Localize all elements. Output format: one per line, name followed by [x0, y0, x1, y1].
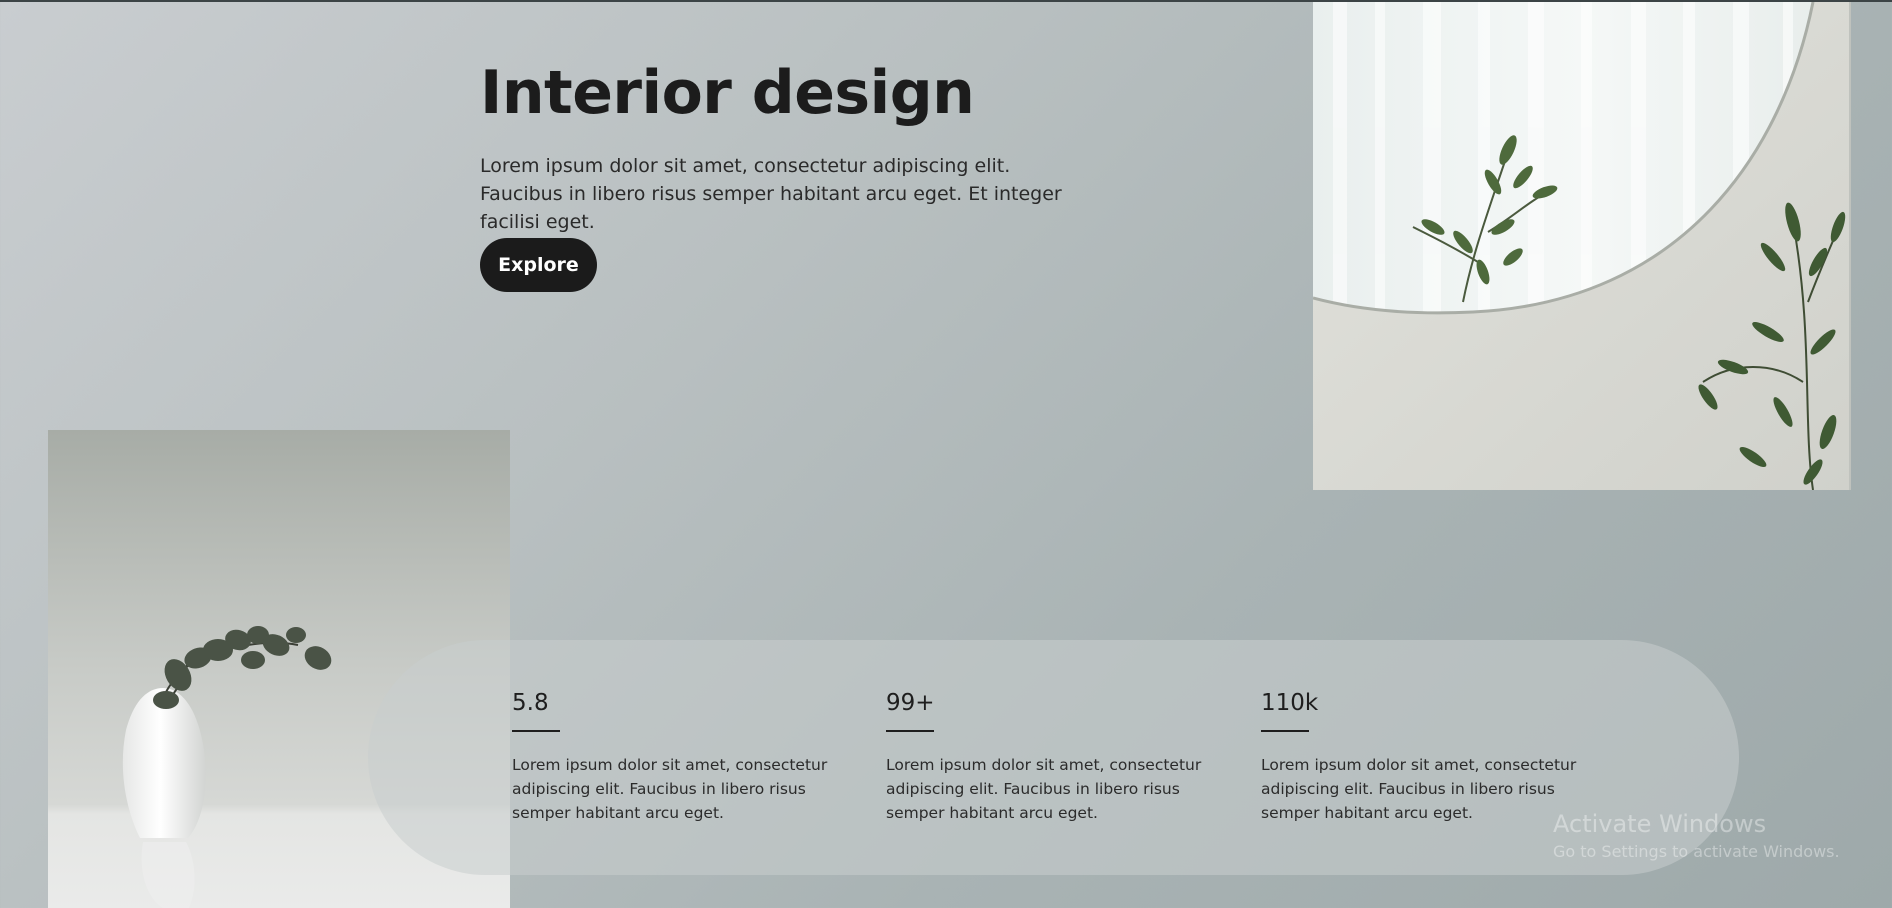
stat-description: Lorem ipsum dolor sit amet, consectetur … [512, 756, 828, 822]
stat-value: 110k [1261, 690, 1319, 716]
page-title: Interior design [480, 58, 975, 128]
hero-description: Lorem ipsum dolor sit amet, consectetur … [480, 155, 1062, 233]
stat-divider [1261, 730, 1309, 732]
stat-value: 99+ [886, 690, 935, 716]
watermark-title: Activate Windows [1553, 810, 1767, 838]
explore-button[interactable]: Explore [480, 238, 597, 292]
stat-item: 110k Lorem ipsum dolor sit amet, consect… [1261, 690, 1606, 825]
stat-divider [886, 730, 934, 732]
stat-description: Lorem ipsum dolor sit amet, consectetur … [886, 756, 1202, 822]
mirror-illustration [1313, 2, 1851, 490]
stat-item: 99+ Lorem ipsum dolor sit amet, consecte… [886, 690, 1231, 825]
stat-value: 5.8 [512, 690, 549, 716]
activation-watermark: Activate Windows Go to Settings to activ… [1553, 810, 1840, 861]
watermark-subtitle: Go to Settings to activate Windows. [1553, 842, 1840, 861]
stat-item: 5.8 Lorem ipsum dolor sit amet, consecte… [512, 690, 857, 825]
mirror-photo [1313, 2, 1851, 490]
stat-divider [512, 730, 560, 732]
